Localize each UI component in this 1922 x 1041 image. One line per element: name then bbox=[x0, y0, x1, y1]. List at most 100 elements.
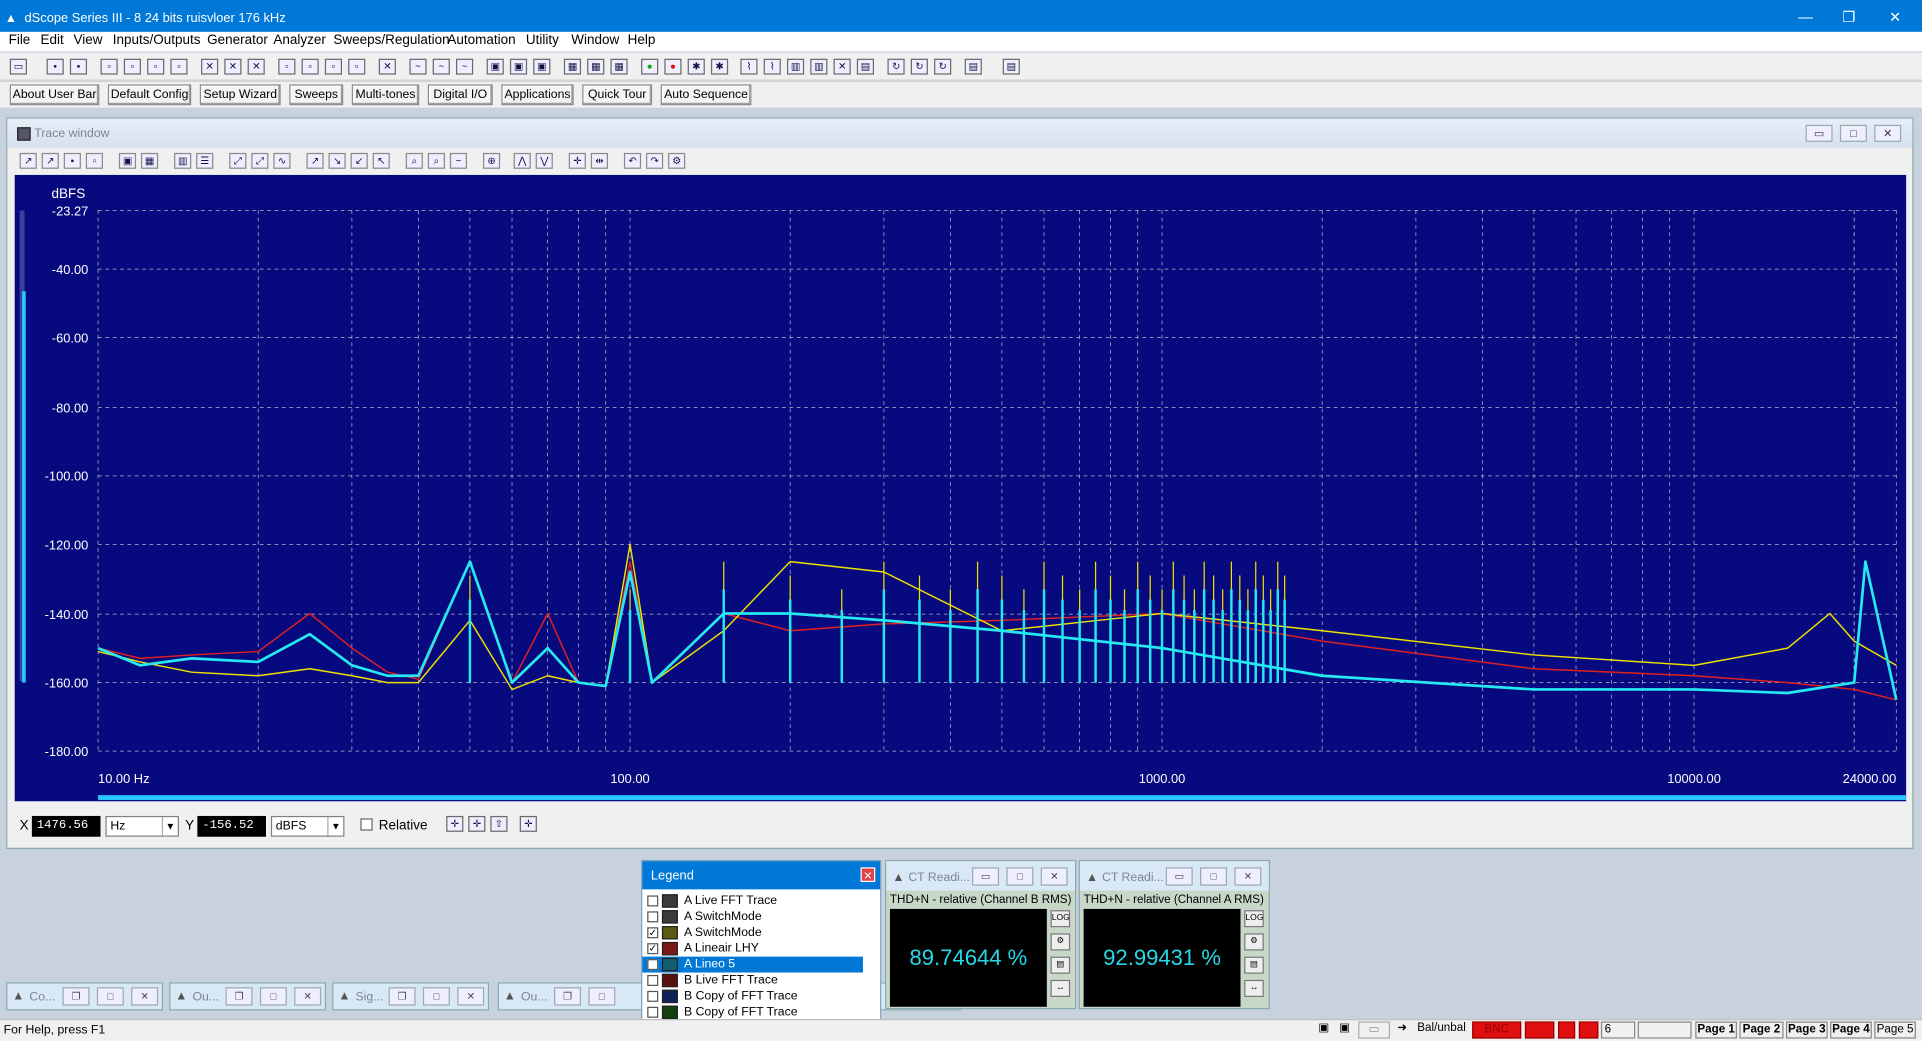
output-b-icon[interactable]: ▫ bbox=[123, 58, 141, 75]
minimized-window-3[interactable]: ▲ Sig... ❐ □ ✕ bbox=[332, 982, 490, 1011]
sweep-icon[interactable]: ⌇ bbox=[740, 58, 758, 75]
grid-c-icon[interactable]: ▦ bbox=[610, 58, 628, 75]
digital-io-button[interactable]: Digital I/O bbox=[427, 84, 493, 106]
page-1-tab[interactable]: Page 1 bbox=[1695, 1021, 1737, 1039]
minimize-icon[interactable]: ▭ bbox=[972, 867, 1000, 886]
menu-analyzer[interactable]: Analyzer bbox=[273, 33, 325, 48]
zoom-out-icon[interactable]: ⌕ bbox=[427, 152, 445, 169]
trace-right-icon[interactable]: ↖ bbox=[372, 152, 390, 169]
minimize-icon[interactable]: ▭ bbox=[1165, 867, 1193, 886]
arrows-icon[interactable]: ↔ bbox=[1050, 979, 1071, 997]
menu-utility[interactable]: Utility bbox=[526, 33, 559, 48]
cursor-a-icon[interactable]: ⋀ bbox=[513, 152, 531, 169]
maximize-icon[interactable]: □ bbox=[1200, 867, 1228, 886]
restore-icon[interactable]: ❐ bbox=[62, 987, 90, 1006]
about-user-bar-button[interactable]: About User Bar bbox=[9, 84, 100, 106]
legend-titlebar[interactable]: Legend ✕ bbox=[642, 861, 881, 890]
cross-icon[interactable]: ✕ bbox=[833, 58, 851, 75]
cursor-move-icon[interactable]: ✛ bbox=[446, 815, 464, 832]
ct-reading-titlebar[interactable]: ▲ CT Readi... ▭ □ ✕ bbox=[886, 861, 1076, 891]
legend-item[interactable]: ✓ A SwitchMode bbox=[642, 925, 863, 941]
minimize-button[interactable]: — bbox=[1798, 9, 1813, 26]
maximize-icon[interactable]: □ bbox=[422, 987, 450, 1006]
grid-b-icon[interactable]: ▦ bbox=[587, 58, 605, 75]
menu-automation[interactable]: Automation bbox=[447, 33, 515, 48]
applications-button[interactable]: Applications bbox=[501, 84, 574, 106]
graph-icon[interactable]: ▤ bbox=[1244, 956, 1264, 974]
settings-icon[interactable]: ⚙ bbox=[668, 152, 686, 169]
trace-export-icon[interactable]: ▣ bbox=[118, 152, 137, 169]
close-icon[interactable]: ✕ bbox=[457, 987, 485, 1006]
stop-icon[interactable]: ✕ bbox=[378, 58, 396, 75]
input-d-icon[interactable]: ▫ bbox=[348, 58, 366, 75]
trace-left-icon[interactable]: ↙ bbox=[350, 152, 368, 169]
default-config-button[interactable]: Default Config bbox=[107, 84, 192, 106]
log-icon[interactable]: LOG bbox=[1050, 910, 1071, 928]
maximize-icon[interactable]: □ bbox=[96, 987, 124, 1006]
move-icon[interactable]: ⇹ bbox=[590, 152, 608, 169]
bars-icon[interactable]: ▥ bbox=[786, 58, 805, 75]
close-icon[interactable]: ✕ bbox=[1234, 867, 1262, 886]
legend-checkbox[interactable] bbox=[647, 990, 659, 1002]
cursor-b-icon[interactable]: ⋁ bbox=[535, 152, 553, 169]
legend-item[interactable]: ✓ A Lineo 5 bbox=[642, 956, 863, 973]
autoscale-icon[interactable]: ∿ bbox=[273, 152, 291, 169]
settings-icon[interactable]: ⚙ bbox=[1244, 933, 1264, 951]
legend-checkbox[interactable] bbox=[647, 911, 659, 923]
zoom-x-icon[interactable]: ⤢ bbox=[251, 152, 269, 169]
wave-icon[interactable]: ~ bbox=[449, 152, 468, 169]
maximize-icon[interactable]: □ bbox=[259, 987, 287, 1006]
legend-item[interactable]: A Live FFT Trace bbox=[642, 893, 863, 909]
trace-acquire-icon[interactable]: ↗ bbox=[19, 152, 37, 169]
maximize-icon[interactable]: □ bbox=[588, 987, 616, 1006]
multi-tones-button[interactable]: Multi-tones bbox=[351, 84, 420, 106]
legend-item[interactable]: B Copy of FFT Trace bbox=[642, 1004, 863, 1020]
log-icon[interactable]: LOG bbox=[1244, 910, 1264, 928]
output-off-c-icon[interactable]: ✕ bbox=[247, 58, 265, 75]
legend-checkbox[interactable]: ✓ bbox=[647, 959, 659, 971]
sweeps-button[interactable]: Sweeps bbox=[289, 84, 344, 106]
menu-help[interactable]: Help bbox=[628, 33, 656, 48]
settings-icon[interactable]: ⚙ bbox=[1050, 933, 1071, 951]
chart-icon[interactable]: ▤ bbox=[856, 58, 874, 75]
marker-icon[interactable]: ⊕ bbox=[482, 152, 501, 169]
run-icon[interactable]: ● bbox=[641, 58, 659, 75]
restore-button[interactable]: ❐ bbox=[1842, 9, 1855, 26]
scope-c-icon[interactable]: ▣ bbox=[533, 58, 551, 75]
trace-down-icon[interactable]: ↘ bbox=[328, 152, 346, 169]
record-icon[interactable]: ● bbox=[664, 58, 682, 75]
input-b-icon[interactable]: ▫ bbox=[301, 58, 319, 75]
y-cursor-value[interactable]: -156.52 bbox=[197, 815, 266, 837]
grid-icon[interactable]: ▦ bbox=[563, 58, 582, 75]
trace-copy-icon[interactable]: ▫ bbox=[85, 152, 103, 169]
legend-checkbox[interactable] bbox=[647, 974, 659, 986]
x-unit-select[interactable]: Hz ▼ bbox=[105, 815, 179, 837]
script-c-icon[interactable]: ↻ bbox=[934, 58, 952, 75]
ct-reading-titlebar[interactable]: ▲ CT Readi... ▭ □ ✕ bbox=[1079, 861, 1269, 891]
trace-minimize-button[interactable]: ▭ bbox=[1805, 124, 1833, 142]
crosshair-icon[interactable]: ✛ bbox=[568, 152, 586, 169]
close-icon[interactable]: ✕ bbox=[131, 987, 159, 1006]
menu-file[interactable]: File bbox=[9, 33, 31, 48]
legend-checkbox[interactable]: ✓ bbox=[647, 943, 659, 955]
report-icon[interactable]: ▤ bbox=[964, 58, 982, 75]
cursor-move-b-icon[interactable]: ✛ bbox=[468, 815, 486, 832]
tool-icon[interactable]: ✱ bbox=[687, 58, 705, 75]
script-icon[interactable]: ↻ bbox=[887, 58, 905, 75]
minimized-window-1[interactable]: ▲ Co... ❐ □ ✕ bbox=[6, 982, 164, 1011]
restore-icon[interactable]: ❐ bbox=[225, 987, 253, 1006]
waveform-b-icon[interactable]: ~ bbox=[432, 58, 450, 75]
trace-window-titlebar[interactable]: Trace window ▭ □ ✕ bbox=[7, 118, 1913, 149]
zoom-fit-icon[interactable]: ⤢ bbox=[229, 152, 247, 169]
print-icon[interactable]: ▤ bbox=[1002, 58, 1020, 75]
auto-sequence-button[interactable]: Auto Sequence bbox=[660, 84, 752, 106]
cursor-peak-icon[interactable]: ⇧ bbox=[490, 815, 508, 832]
input-a-icon[interactable]: ▫ bbox=[278, 58, 296, 75]
redo-icon[interactable]: ↷ bbox=[645, 152, 664, 169]
trace-list-icon[interactable]: ☰ bbox=[196, 152, 214, 169]
script-b-icon[interactable]: ↻ bbox=[910, 58, 928, 75]
trace-close-button[interactable]: ✕ bbox=[1874, 124, 1902, 142]
legend-checkbox[interactable]: ✓ bbox=[647, 927, 659, 939]
restore-icon[interactable]: ❐ bbox=[554, 987, 582, 1006]
trace-up-icon[interactable]: ↗ bbox=[306, 152, 324, 169]
